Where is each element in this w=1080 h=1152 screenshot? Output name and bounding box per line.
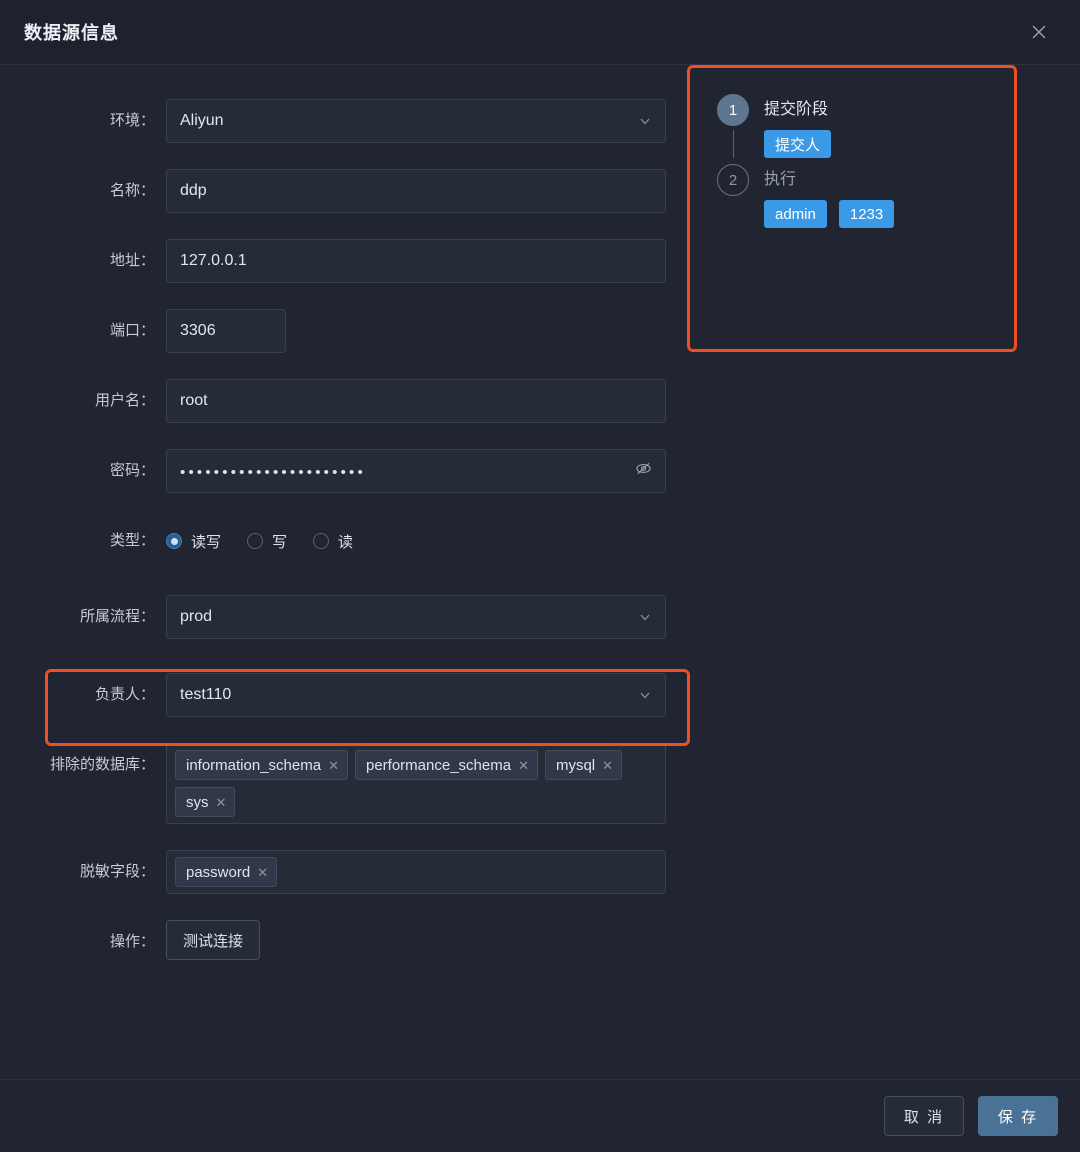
form-row-username: 用户名： root: [0, 379, 690, 423]
tag-remove-icon[interactable]: ✕: [328, 759, 339, 772]
label-masked-fields: 脱敏字段：: [79, 863, 155, 880]
step-item: 1 提交阶段 提交人: [716, 94, 992, 164]
form-row-flow: 所属流程： prod: [0, 595, 690, 639]
step-chip[interactable]: admin: [764, 200, 827, 228]
label-address: 地址：: [109, 252, 155, 269]
form-row-owner: 负责人： test110: [0, 673, 690, 717]
steps-list: 1 提交阶段 提交人 2 执行 admin 1233: [716, 94, 992, 234]
environment-value: Aliyun: [180, 112, 224, 129]
dialog-footer: 取 消 保 存: [0, 1079, 1080, 1152]
label-operation: 操作：: [109, 933, 155, 950]
step-content: 执行 admin 1233: [750, 164, 992, 234]
chevron-down-icon: [638, 610, 652, 624]
form-row-password: 密码： ••••••••••••••••••••••: [0, 449, 690, 493]
form-row-port: 端口： 3306: [0, 309, 690, 353]
label-port: 端口：: [109, 322, 155, 339]
step-chip-list: 提交人: [764, 130, 992, 158]
step-marker: 1: [716, 94, 750, 162]
environment-select[interactable]: Aliyun: [166, 99, 666, 143]
radio-dot-icon: [247, 533, 264, 549]
type-radio-group: 读写 写 读: [166, 519, 690, 563]
step-content: 提交阶段 提交人: [750, 94, 992, 164]
excluded-database-tag: mysql ✕: [544, 750, 623, 780]
excluded-database-tag-label: information_schema: [186, 756, 322, 774]
label-environment: 环境：: [109, 112, 155, 129]
excluded-databases-field[interactable]: information_schema ✕ performance_schema ✕ my…: [166, 743, 666, 824]
label-excluded-databases: 排除的数据库：: [49, 756, 155, 773]
excluded-database-tag: performance_schema ✕: [354, 750, 538, 780]
save-button[interactable]: 保 存: [978, 1096, 1058, 1136]
radio-dot-icon: [166, 533, 182, 549]
port-value: 3306: [180, 322, 216, 339]
step-connector-line: [732, 130, 734, 158]
step-title: 提交阶段: [764, 101, 829, 118]
step-chip[interactable]: 提交人: [764, 130, 832, 158]
flow-select[interactable]: prod: [166, 595, 666, 639]
excluded-database-tag-label: mysql: [555, 756, 596, 774]
name-input[interactable]: ddp: [166, 169, 666, 213]
excluded-database-tag: information_schema ✕: [175, 750, 348, 780]
owner-select[interactable]: test110: [166, 673, 666, 717]
step-number-badge: 1: [717, 94, 749, 126]
label-flow: 所属流程：: [79, 608, 155, 625]
masked-field-tag: password ✕: [175, 857, 278, 887]
label-password: 密码：: [109, 462, 155, 479]
username-value: root: [180, 392, 208, 409]
flow-value: prod: [180, 608, 213, 625]
label-owner: 负责人：: [94, 686, 155, 703]
tag-remove-icon[interactable]: ✕: [216, 796, 227, 809]
tag-remove-icon[interactable]: ✕: [257, 866, 268, 879]
form-row-type: 类型： 读写 写 读: [0, 519, 690, 563]
port-input[interactable]: 3306: [166, 309, 286, 353]
form-row-name: 名称： ddp: [0, 169, 690, 213]
form-row-excluded-databases: 排除的数据库： information_schema ✕ performance_s…: [0, 743, 690, 824]
excluded-database-tag: sys ✕: [175, 787, 236, 817]
radio-label-write: 写: [272, 533, 288, 551]
step-chip[interactable]: 1233: [838, 200, 895, 228]
step-item: 2 执行 admin 1233: [716, 164, 992, 234]
form-row-operation: 操作： 测试连接: [0, 920, 690, 964]
radio-label-read: 读: [338, 533, 354, 551]
radio-read-write[interactable]: 读写: [166, 531, 221, 552]
masked-field-tag-label: password: [186, 863, 251, 881]
form-row-environment: 环境： Aliyun: [0, 99, 690, 143]
label-username: 用户名：: [94, 392, 155, 409]
step-title: 执行: [764, 171, 797, 188]
radio-read[interactable]: 读: [313, 531, 353, 552]
radio-label-read-write: 读写: [191, 533, 222, 551]
step-chip-list: admin 1233: [764, 200, 992, 228]
datasource-info-dialog: 数据源信息 环境： Aliyun 名称： ddp 地址： 127.0.0.1 端…: [0, 0, 1080, 1152]
eye-off-icon[interactable]: [635, 460, 652, 482]
cancel-button[interactable]: 取 消: [884, 1096, 964, 1136]
approval-steps-panel: 1 提交阶段 提交人 2 执行 admin 1233: [687, 65, 1017, 352]
step-marker: 2: [716, 164, 750, 196]
page-title: 数据源信息: [24, 23, 119, 43]
masked-fields-field[interactable]: password ✕: [166, 850, 666, 894]
step-number-badge: 2: [717, 164, 749, 196]
label-name: 名称：: [109, 182, 155, 199]
chevron-down-icon: [638, 114, 652, 128]
username-input[interactable]: root: [166, 379, 666, 423]
password-input[interactable]: ••••••••••••••••••••••: [166, 449, 666, 493]
radio-dot-icon: [313, 533, 330, 549]
form-row-address: 地址： 127.0.0.1: [0, 239, 690, 283]
dialog-body: 环境： Aliyun 名称： ddp 地址： 127.0.0.1 端口： 330…: [0, 65, 1080, 1079]
close-icon[interactable]: [1024, 17, 1054, 47]
test-connection-button[interactable]: 测试连接: [166, 920, 261, 960]
tag-remove-icon[interactable]: ✕: [602, 759, 613, 772]
address-input[interactable]: 127.0.0.1: [166, 239, 666, 283]
datasource-form: 环境： Aliyun 名称： ddp 地址： 127.0.0.1 端口： 330…: [0, 65, 690, 990]
name-value: ddp: [180, 182, 207, 199]
address-value: 127.0.0.1: [180, 252, 247, 269]
chevron-down-icon: [638, 688, 652, 702]
excluded-database-tag-label: sys: [186, 793, 209, 811]
password-value: ••••••••••••••••••••••: [180, 463, 366, 480]
owner-value: test110: [180, 686, 232, 703]
label-type: 类型：: [109, 532, 155, 549]
dialog-header: 数据源信息: [0, 0, 1080, 65]
radio-write[interactable]: 写: [247, 531, 287, 552]
form-row-masked-fields: 脱敏字段： password ✕: [0, 850, 690, 894]
tag-remove-icon[interactable]: ✕: [518, 759, 529, 772]
excluded-database-tag-label: performance_schema: [365, 756, 512, 774]
